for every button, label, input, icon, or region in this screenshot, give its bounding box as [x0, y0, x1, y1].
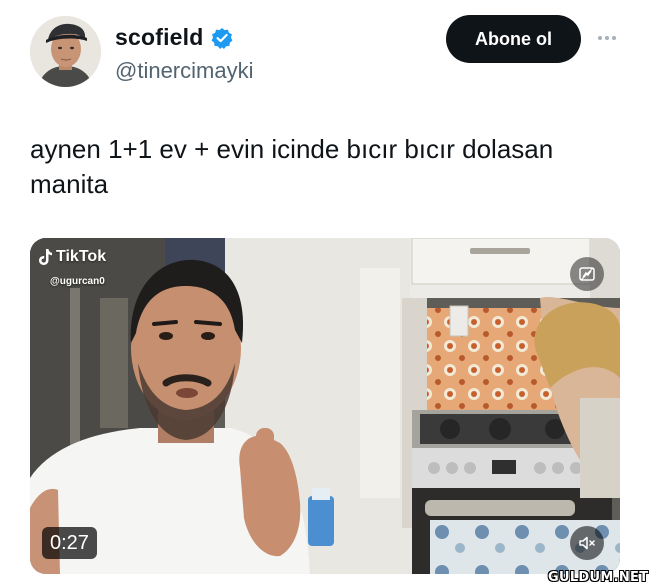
tiktok-logo-icon	[39, 249, 52, 265]
gif-button[interactable]	[570, 257, 604, 291]
site-watermark: GULDUM.NET	[548, 570, 649, 585]
verified-badge-icon	[211, 27, 232, 49]
avatar-image	[30, 16, 101, 87]
follow-button[interactable]: Abone ol	[446, 15, 581, 63]
tiktok-brand-text: TikTok	[56, 248, 107, 265]
volume-muted-icon	[579, 536, 595, 550]
more-horizontal-icon	[612, 36, 616, 40]
video-player[interactable]: TikTok @ugurcan0 0:27	[30, 238, 620, 574]
tweet-text: aynen 1+1 ev + evin icinde bıcır bıcır d…	[30, 134, 554, 199]
author-display-name[interactable]: scofield	[115, 24, 204, 51]
tiktok-username: @ugurcan0	[50, 276, 105, 287]
more-horizontal-icon	[605, 36, 609, 40]
mute-button[interactable]	[570, 526, 604, 560]
gif-icon	[579, 267, 595, 281]
author-avatar[interactable]	[30, 16, 101, 87]
more-horizontal-icon	[598, 36, 602, 40]
video-duration-badge: 0:27	[42, 527, 97, 559]
more-options-button[interactable]	[592, 28, 622, 48]
tiktok-overlay: TikTok	[38, 248, 106, 266]
video-frame	[30, 238, 620, 574]
author-handle[interactable]: @tinercimayki	[115, 58, 253, 84]
author-name-row: scofield	[115, 24, 233, 51]
